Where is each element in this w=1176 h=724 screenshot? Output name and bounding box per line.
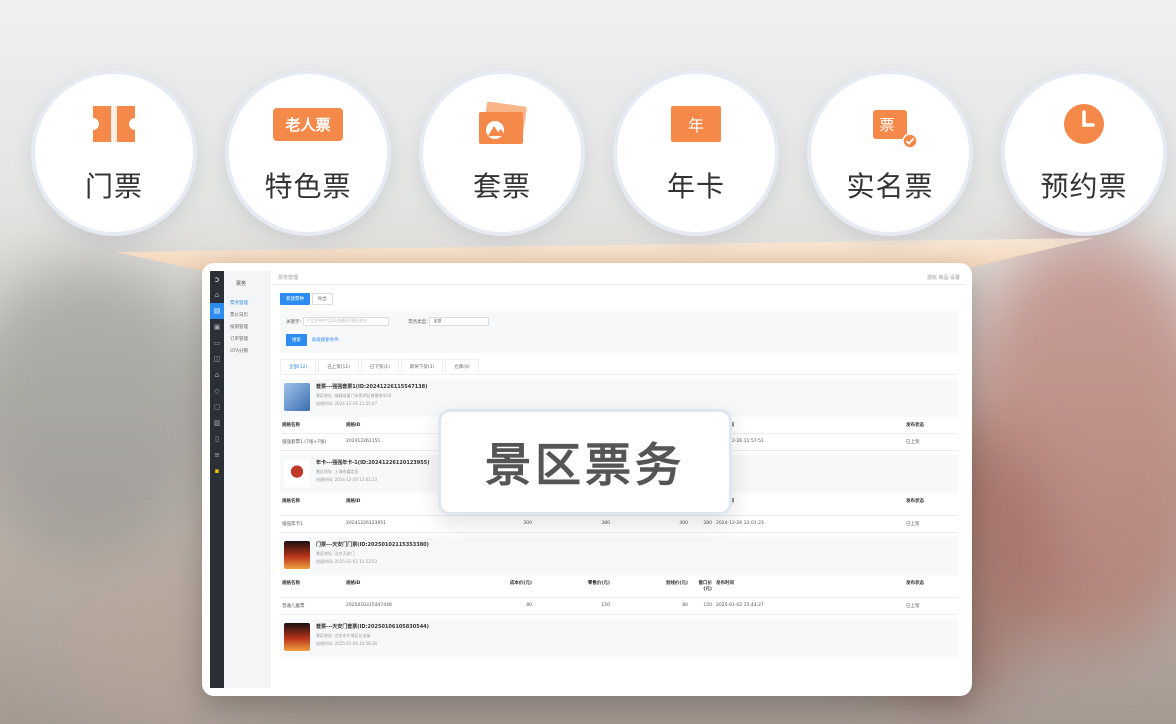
monitor-icon[interactable]: ▢ (210, 399, 224, 415)
tab-listed[interactable]: 已上架(11) (318, 359, 359, 374)
feature-realname[interactable]: 票 实名票 (807, 70, 973, 236)
feature-special[interactable]: 老人票 特色票 (225, 70, 391, 236)
realname-ticket-icon: 票 (860, 101, 920, 149)
home-icon[interactable]: ⌂ (210, 287, 224, 303)
card-created: 创建时间: 2024-12-26 11:55:47 (316, 401, 378, 406)
clock-icon (1054, 101, 1114, 147)
breadcrumb: 票务管理 (278, 275, 299, 281)
type-select[interactable]: 全部 (429, 317, 490, 326)
table-row: 强强年卡1 20241226123951 300 380 400 380 2024-12-… (280, 516, 958, 533)
tab-unlisted[interactable]: 已下架(1) (361, 359, 399, 374)
ticket-card: 门票---天安门门票(ID:20250102115353380) 景区地址: 北… (280, 537, 958, 615)
filter-panel: 关键字: 产品名称/产品ID/规格ID/景区地址 票务类型: 全部 搜索 高级搜… (280, 311, 958, 353)
card-address: 景区地址: 上海市嘉定区 (316, 469, 359, 474)
feature-label: 门票 (84, 170, 143, 203)
action-bar: 新建票种 导出 (280, 293, 958, 305)
topbar: 票务管理 游玩 商品 设置 (272, 271, 966, 285)
table-header: 规格名称规格ID成本价(元)零售价(元)划线价(元) 窗口价(元)发布时间发布状… (280, 575, 958, 598)
card-address: 景区地址: 北京天安门 (316, 551, 355, 556)
list-icon[interactable]: ≡ (210, 447, 224, 463)
submenu: 票务 票务管理 票价日历 核销管理 订单管理 OTA分销 (224, 271, 270, 688)
bg-blur (0, 260, 220, 560)
card-header: 套票---天安门套票(ID:20250106105830544) 景区地址: 北… (280, 619, 958, 657)
card-created: 创建时间: 2025-01-06 10:58:30 (316, 641, 378, 646)
feature-label: 特色票 (264, 170, 352, 203)
tab-all[interactable]: 全部(12) (280, 359, 317, 374)
ticket-thumbnail (284, 459, 310, 487)
submenu-item[interactable]: 订单管理 (224, 333, 269, 345)
elderly-ticket-icon: 老人票 (268, 101, 348, 147)
export-button[interactable]: 导出 (311, 293, 333, 305)
submenu-item[interactable]: 票价日历 (224, 309, 269, 321)
elderly-badge: 老人票 (273, 107, 343, 141)
status-tabs: 全部(12) 已上架(11) 已下架(1) 即将下架(3) 仓库(0) (280, 359, 958, 375)
type-label: 票务类型: (408, 320, 428, 325)
card-header: 门票---天安门门票(ID:20250102115353380) 景区地址: 北… (280, 537, 958, 575)
photo-package-icon (472, 101, 532, 147)
table-row: 普通儿童票 2025010315447448 80 150 80 150 2025-01-… (280, 598, 958, 615)
chart-icon[interactable]: ▥ (210, 415, 224, 431)
ticket-nav-icon[interactable]: ▤ (210, 303, 224, 319)
year-badge: 年 (671, 106, 721, 142)
brand: 票务 (236, 281, 247, 287)
card-title[interactable]: 套票---强强套票1(ID:20241226115547138) (316, 383, 427, 390)
submenu-item[interactable]: 票务管理 (224, 297, 269, 309)
card-created: 创建时间: 2024-12-26 12:01:23 (316, 477, 378, 482)
shield-icon[interactable]: ◇ (210, 383, 224, 399)
feature-label: 套票 (472, 170, 531, 203)
feature-label: 实名票 (846, 170, 934, 203)
feature-ticket[interactable]: 门票 (31, 70, 197, 236)
feature-label: 年卡 (666, 170, 725, 203)
submenu-item[interactable]: OTA分销 (224, 345, 269, 357)
ticket-stub-icon (84, 101, 144, 147)
card-address: 景区地址: 福建省厦门市思明区曾厝垵43号 (316, 393, 392, 398)
ticket-thumbnail (284, 541, 310, 569)
advanced-search-link[interactable]: 高级搜索条件 (312, 338, 339, 343)
check-icon (902, 133, 918, 149)
feature-package[interactable]: 套票 (419, 70, 585, 236)
card-title[interactable]: 门票---天安门门票(ID:20250102115353380) (316, 541, 429, 548)
top-links[interactable]: 游玩 商品 设置 (927, 274, 960, 281)
search-button[interactable]: 搜索 (286, 334, 307, 346)
tab-expiring[interactable]: 即将下架(3) (400, 359, 444, 374)
calendar-icon[interactable]: ▣ (210, 319, 224, 335)
new-ticket-button[interactable]: 新建票种 (280, 293, 310, 305)
card-icon[interactable]: ▭ (210, 335, 224, 351)
logo-icon: ↄ (214, 274, 220, 284)
card-title[interactable]: 套票---天安门套票(ID:20250106105830544) (316, 623, 429, 630)
icon-rail: ↄ ⌂ ▤ ▣ ▭ ◫ ⌂ ◇ ▢ ▥ ▯ ≡ ▪ (210, 271, 224, 688)
doc-icon[interactable]: ▯ (210, 431, 224, 447)
keyword-input[interactable]: 产品名称/产品ID/规格ID/景区地址 (302, 317, 389, 326)
feature-reservation[interactable]: 预约票 (1001, 70, 1167, 236)
bag-icon[interactable]: ◫ (210, 351, 224, 367)
shop-icon[interactable]: ⌂ (210, 367, 224, 383)
keyword-label: 关键字: (286, 320, 302, 325)
apps-icon[interactable]: ▪ (210, 463, 224, 479)
tab-warehouse[interactable]: 仓库(0) (445, 359, 479, 374)
annual-card-icon: 年 (666, 101, 726, 147)
card-created: 创建时间: 2025-01-02 11:53:53 (316, 559, 378, 564)
ticket-thumbnail (284, 383, 310, 411)
card-address: 景区地址: 北京市东城区长安街 (316, 633, 371, 638)
card-title[interactable]: 年卡---强强年卡-1(ID:20241226120123955) (316, 459, 430, 466)
overlay-title: 景区票务 (438, 409, 732, 515)
ticket-card: 套票---天安门套票(ID:20250106105830544) 景区地址: 北… (280, 619, 958, 657)
feature-annual[interactable]: 年 年卡 (613, 70, 779, 236)
submenu-item[interactable]: 核销管理 (224, 321, 269, 333)
ticket-thumbnail (284, 623, 310, 651)
feature-label: 预约票 (1040, 170, 1128, 203)
